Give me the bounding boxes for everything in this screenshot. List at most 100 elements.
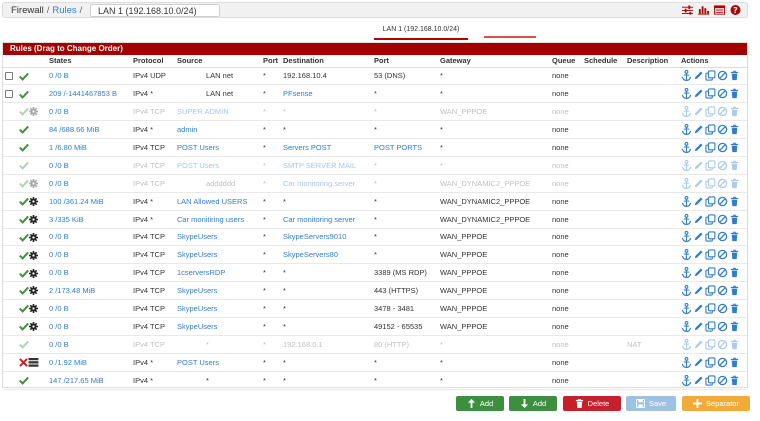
source-value[interactable]: POST Users (177, 358, 219, 367)
trash-icon[interactable] (729, 88, 740, 99)
copy-icon[interactable] (705, 339, 716, 350)
disable-icon[interactable] (717, 303, 728, 314)
disable-icon[interactable] (717, 106, 728, 117)
copy-icon[interactable] (705, 70, 716, 82)
copy-icon[interactable] (705, 88, 716, 99)
trash-icon[interactable] (729, 267, 740, 278)
destination-value[interactable]: Car monitoring server (283, 215, 355, 224)
states-link[interactable]: 0 /0 B (49, 250, 69, 259)
pencil-icon[interactable] (693, 303, 704, 314)
pencil-icon[interactable] (693, 357, 704, 368)
pencil-icon[interactable] (693, 88, 704, 99)
anchor-icon[interactable] (681, 338, 692, 350)
source-value[interactable]: POST Users (177, 143, 219, 152)
help-icon[interactable]: ? (730, 5, 741, 15)
trash-icon[interactable] (729, 214, 740, 225)
table-row[interactable]: 0 /0 B IPv4 TCP SkypeUsers * * 3478 - 3481 WAN… (3, 300, 747, 318)
row-select[interactable] (3, 121, 17, 139)
row-states[interactable]: 209 /-1441467853 B (47, 85, 131, 103)
table-row[interactable]: 100 /361.24 MiB IPv4 * LAN Allowed USERS * *… (3, 192, 747, 211)
trash-icon[interactable] (729, 142, 740, 153)
copy-icon[interactable] (705, 160, 716, 171)
row-select[interactable] (3, 174, 17, 192)
table-row[interactable]: 0 /0 B IPv4 TCP 1cserversRDP * * 3389 (MS RDP… (3, 264, 747, 282)
table-row[interactable]: 0 /0 B IPv4 TCP * * 192.168.0.1 80 (HTTP) * non… (3, 335, 747, 354)
trash-icon[interactable] (729, 196, 740, 207)
states-link[interactable]: 0 /0 B (49, 340, 69, 349)
anchor-icon[interactable] (681, 159, 692, 171)
states-link[interactable]: 0 /0 B (49, 268, 69, 277)
row-select[interactable] (3, 300, 17, 318)
disable-icon[interactable] (717, 196, 728, 207)
anchor-icon[interactable] (681, 303, 692, 314)
copy-icon[interactable] (705, 321, 716, 332)
row-select[interactable] (3, 264, 17, 282)
copy-icon[interactable] (705, 178, 716, 189)
trash-icon[interactable] (729, 321, 740, 332)
pencil-icon[interactable] (693, 160, 704, 171)
copy-icon[interactable] (705, 249, 716, 260)
table-row[interactable]: 1 /6.80 MiB IPv4 TCP POST Users * Servers PO… (3, 139, 747, 157)
pencil-icon[interactable] (693, 70, 704, 81)
row-select[interactable] (3, 371, 17, 389)
source-value[interactable]: admin (177, 125, 197, 134)
row-select[interactable] (3, 228, 17, 246)
copy-icon[interactable] (705, 267, 716, 278)
states-link[interactable]: 0 /0 B (49, 161, 69, 170)
table-row[interactable]: 147 /217.65 MiB IPv4 * * * * * * none (3, 371, 747, 390)
copy-icon[interactable] (705, 106, 716, 117)
table-row[interactable]: 0 /0 B IPv4 TCP SUPER ADMIN * * * WAN_PPPOE non… (3, 103, 747, 121)
destination-value[interactable]: Servers POST (283, 143, 331, 152)
anchor-icon[interactable] (681, 124, 692, 136)
row-states[interactable]: 0 /0 B (47, 246, 131, 264)
copy-icon[interactable] (705, 357, 716, 368)
row-select[interactable] (3, 67, 17, 85)
copy-icon[interactable] (705, 231, 716, 243)
destination-value[interactable]: SMTP SERVER MAIL (283, 161, 356, 170)
row-states[interactable]: 147 /217.65 MiB (47, 371, 131, 389)
bar-chart-icon[interactable] (698, 5, 709, 15)
row-select[interactable] (3, 139, 17, 157)
row-select[interactable] (3, 103, 17, 121)
breadcrumb-rules[interactable]: Rules (52, 5, 76, 16)
anchor-icon[interactable] (681, 374, 692, 386)
disable-icon[interactable] (717, 321, 728, 332)
pencil-icon[interactable] (693, 339, 704, 350)
table-row[interactable]: 209 /-1441467853 B IPv4 * LAN net * PFsense *… (3, 85, 747, 103)
table-row[interactable]: 0 /0 B IPv4 TCP adddddd * Car monitoring ser… (3, 174, 747, 193)
row-select[interactable] (3, 192, 17, 210)
table-list-icon[interactable] (714, 5, 725, 15)
source-value[interactable]: 1cserversRDP (177, 268, 225, 277)
states-link[interactable]: 0 /0 B (49, 71, 69, 80)
table-row[interactable]: 0 /0 B IPv4 TCP POST Users * SMTP SERVER MAI… (3, 156, 747, 175)
save-button[interactable]: Save (626, 396, 676, 411)
dst-port-value[interactable]: POST PORTS (374, 143, 422, 152)
copy-icon[interactable] (705, 142, 716, 153)
disable-icon[interactable] (717, 70, 728, 81)
anchor-icon[interactable] (681, 195, 692, 207)
row-select[interactable] (3, 317, 17, 335)
table-row[interactable]: 0 /0 B IPv4 TCP SkypeUsers * * 49152 - 65535 W… (3, 317, 747, 336)
source-value[interactable]: SkypeUsers (177, 322, 217, 331)
disable-icon[interactable] (717, 178, 728, 189)
anchor-icon[interactable] (681, 70, 692, 82)
states-link[interactable]: 2 /173.48 MiB (49, 286, 95, 295)
row-states[interactable]: 1 /6.80 MiB (47, 139, 131, 157)
row-states[interactable]: 0 /0 B (47, 335, 131, 353)
disable-icon[interactable] (717, 142, 728, 153)
row-states[interactable]: 0 /0 B (47, 103, 131, 121)
anchor-icon[interactable] (681, 231, 692, 243)
disable-icon[interactable] (717, 357, 728, 368)
trash-icon[interactable] (729, 303, 740, 314)
copy-icon[interactable] (705, 285, 716, 296)
trash-icon[interactable] (729, 285, 740, 296)
pencil-icon[interactable] (693, 214, 704, 225)
copy-icon[interactable] (705, 196, 716, 207)
row-states[interactable]: 3 /335 KiB (47, 210, 131, 228)
pencil-icon[interactable] (693, 196, 704, 207)
anchor-icon[interactable] (681, 249, 692, 261)
states-link[interactable]: 209 /-1441467853 B (49, 89, 117, 98)
anchor-icon[interactable] (681, 285, 692, 297)
table-row[interactable]: 84 /688.66 MiB IPv4 * admin * * * * none (3, 121, 747, 139)
copy-icon[interactable] (705, 374, 716, 386)
